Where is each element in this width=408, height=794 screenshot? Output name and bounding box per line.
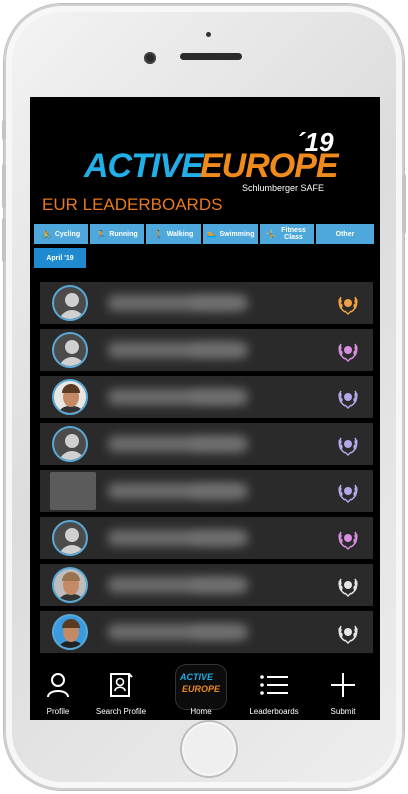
nav-leaderboards[interactable]: Leaderboards xyxy=(244,663,304,720)
avatar-hair xyxy=(62,384,80,393)
avatar-shirt xyxy=(57,594,85,601)
plus-icon xyxy=(331,673,355,697)
nav-home-label: Home xyxy=(190,707,212,716)
leaderboard-row[interactable] xyxy=(40,329,373,371)
leaderboard-row[interactable] xyxy=(40,423,373,465)
home-logo-europe: EUROPE xyxy=(182,684,221,694)
avatar-hair xyxy=(62,572,80,581)
home-logo-icon: ACTIVE EUROPE xyxy=(176,665,226,709)
laurel-badge-icon xyxy=(338,437,358,456)
bike-icon: 🚴 xyxy=(41,229,52,239)
volume-up-button xyxy=(2,164,6,208)
app-screen: ACTIVE EUROPE ´19 Schlumberger SAFE EUR … xyxy=(30,97,380,720)
laurel-badge-icon xyxy=(338,531,358,550)
laurel-badge-icon xyxy=(338,625,358,644)
leaderboard-row[interactable] xyxy=(40,376,373,418)
walk-icon: 🚶 xyxy=(153,229,164,239)
volume-down-button xyxy=(2,218,6,262)
avatar xyxy=(52,332,88,368)
blurred-score xyxy=(190,626,240,638)
avatar-shirt xyxy=(57,641,85,648)
mute-switch xyxy=(2,120,6,140)
power-button xyxy=(402,174,406,234)
list-icon xyxy=(260,675,288,695)
blurred-score xyxy=(190,579,240,591)
bottom-nav: Profile Search Profile ACTIVE EUROPE Hom… xyxy=(30,663,380,720)
blurred-score xyxy=(190,485,240,497)
swim-icon: 🏊 xyxy=(206,229,217,239)
month-selector[interactable]: April '19 xyxy=(34,248,86,268)
laurel-badge-icon xyxy=(338,296,358,315)
blurred-score xyxy=(190,297,240,309)
tab-label: Running xyxy=(109,230,138,238)
avatar-body xyxy=(59,451,85,460)
tab-other[interactable]: Other xyxy=(316,224,374,244)
avatar-shirt xyxy=(57,406,85,413)
logo-active-text: ACTIVE xyxy=(84,147,204,185)
blurred-score xyxy=(190,438,240,450)
avatar xyxy=(52,285,88,321)
logo-year-text: ´19 xyxy=(296,127,334,157)
logo-subtitle: Schlumberger SAFE xyxy=(242,183,325,193)
home-hardware-button[interactable] xyxy=(180,720,238,778)
blurred-score xyxy=(190,344,240,356)
avatar xyxy=(52,520,88,556)
nav-search-profile[interactable]: Search Profile xyxy=(92,663,150,720)
home-logo-active: ACTIVE xyxy=(180,672,214,682)
avatar-head xyxy=(65,434,79,448)
avatar-head xyxy=(65,293,79,307)
nav-leaderboards-label: Leaderboards xyxy=(249,707,299,716)
leaderboard-row[interactable] xyxy=(40,517,373,559)
avatar xyxy=(52,379,88,415)
tab-label: Other xyxy=(335,230,355,238)
app-logo: ACTIVE EUROPE ´19 Schlumberger SAFE xyxy=(84,127,339,197)
profile-icon xyxy=(47,673,69,698)
nav-search-profile-label: Search Profile xyxy=(95,707,147,716)
laurel-badge-icon xyxy=(338,343,358,362)
tab-swimming[interactable]: 🏊 Swimming xyxy=(203,224,258,244)
page-title: EUR LEADERBOARDS xyxy=(42,195,223,214)
laurel-badge-icon xyxy=(338,484,358,503)
search-profile-icon xyxy=(110,673,133,697)
avatar xyxy=(52,614,88,650)
avatar-body xyxy=(59,310,85,319)
nav-profile-label: Profile xyxy=(46,707,70,716)
tab-label: Walking xyxy=(166,230,194,238)
fitness-icon: 🤸 xyxy=(265,229,276,239)
blurred-score xyxy=(190,532,240,544)
nav-submit-label: Submit xyxy=(330,707,356,716)
nav-home[interactable]: ACTIVE EUROPE Home xyxy=(176,663,226,720)
tab-fitness-class[interactable]: 🤸 Fitness Class xyxy=(260,224,314,244)
avatar xyxy=(52,426,88,462)
front-camera xyxy=(144,52,156,64)
nav-submit[interactable]: Submit xyxy=(320,663,366,720)
avatar-body xyxy=(59,357,85,366)
sensor-dot xyxy=(206,32,211,37)
tab-label: Fitness Class xyxy=(281,227,306,241)
avatar xyxy=(52,567,88,603)
avatar-hair xyxy=(62,619,80,628)
avatar-head xyxy=(65,528,79,542)
activity-tabs: 🚴 Cycling 🏃 Running 🚶 Walking 🏊 Swimming… xyxy=(34,224,374,244)
run-icon: 🏃 xyxy=(96,229,107,239)
leaderboard-row[interactable] xyxy=(40,564,373,606)
leaderboard-row[interactable] xyxy=(40,611,373,653)
earpiece-speaker xyxy=(180,53,242,60)
laurel-badge-icon xyxy=(338,390,358,409)
leaderboard-row[interactable] xyxy=(40,470,373,512)
laurel-badge-icon xyxy=(338,578,358,597)
avatar-head xyxy=(65,340,79,354)
leaderboard-row[interactable] xyxy=(40,282,373,324)
blurred-score xyxy=(190,391,240,403)
avatar xyxy=(50,472,96,510)
tab-running[interactable]: 🏃 Running xyxy=(90,224,144,244)
tab-label: Swimming xyxy=(219,230,255,238)
leaderboard-list xyxy=(40,282,373,658)
nav-profile[interactable]: Profile xyxy=(34,663,82,720)
avatar-body xyxy=(59,545,85,554)
tab-cycling[interactable]: 🚴 Cycling xyxy=(34,224,88,244)
tab-label: Cycling xyxy=(54,230,81,238)
tab-walking[interactable]: 🚶 Walking xyxy=(146,224,201,244)
